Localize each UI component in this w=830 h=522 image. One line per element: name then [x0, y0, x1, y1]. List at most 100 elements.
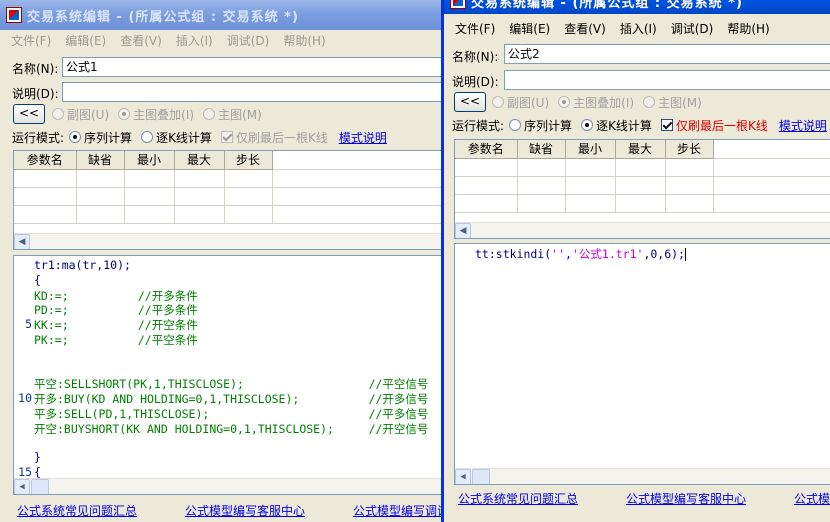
parameter-header-row: 参数名 缺省 最小 最大 步长 — [455, 140, 830, 159]
code-editor-2[interactable]: tt:stkindi('','公式1.tr1',0,6); ◀ — [454, 243, 830, 485]
line-number: 10 — [18, 391, 32, 406]
window-1-menubar: 文件(F) 编辑(E) 查看(V) 插入(I) 调试(D) 帮助(H) — [0, 29, 446, 51]
mode-sequence[interactable]: 序列计算 — [69, 129, 132, 146]
radio-icon — [558, 96, 571, 108]
name-label: 名称(N): — [12, 61, 59, 76]
code-line: 平空:SELLSHORT(PK,1,THISCLOSE); //平空信号 — [34, 377, 429, 392]
option-subchart[interactable]: 副图(U) — [492, 94, 549, 111]
collapse-button[interactable]: << — [454, 92, 486, 112]
radio-icon — [492, 96, 504, 108]
col-min[interactable]: 最小 — [124, 151, 175, 170]
table-row[interactable] — [455, 194, 830, 213]
run-mode-row: 运行模式: 序列计算 逐K线计算 仅刷最后一根K线 模式说明 — [12, 128, 387, 146]
debug-tutorial-link[interactable]: 公式模型编写调试教程 — [353, 502, 446, 519]
code-line: tr1:ma(tr,10); — [34, 258, 131, 272]
parameter-table-scrollbar[interactable]: ◀ — [14, 233, 446, 249]
radio-icon — [509, 119, 522, 131]
radio-icon — [203, 108, 216, 120]
code-line: 开多:BUY(KD AND HOLDING=0,1,THISCLOSE); //… — [34, 392, 429, 407]
scroll-thumb[interactable] — [472, 469, 490, 484]
radio-icon — [643, 96, 656, 108]
description-label: 说明(D): — [12, 86, 59, 101]
window-1-title: 交易系统编辑 - (所属公式组 : 交易系统 *) — [27, 9, 299, 25]
table-row[interactable] — [455, 158, 830, 177]
name-field[interactable]: 公式2 — [504, 44, 830, 64]
description-field[interactable] — [62, 82, 446, 102]
menu-view[interactable]: 查看(V) — [557, 20, 613, 37]
radio-icon — [581, 119, 594, 131]
radio-icon — [118, 108, 131, 120]
menu-insert[interactable]: 插入(I) — [613, 20, 664, 37]
table-row[interactable] — [14, 187, 446, 206]
scroll-left-icon[interactable]: ◀ — [14, 234, 30, 249]
support-center-link[interactable]: 公式模型编写客服中心 — [626, 490, 746, 507]
option-main-chart[interactable]: 主图(M) — [203, 106, 262, 123]
col-step[interactable]: 步长 — [665, 140, 714, 159]
option-main-chart[interactable]: 主图(M) — [643, 94, 702, 111]
scroll-left-icon[interactable]: ◀ — [455, 223, 471, 238]
window-2-menubar: 文件(F) 编辑(E) 查看(V) 插入(I) 调试(D) 帮助(H) — [444, 17, 830, 39]
menu-debug[interactable]: 调试(D) — [220, 32, 277, 49]
last-bar-only-checkbox[interactable]: 仅刷最后一根K线 — [660, 117, 768, 134]
col-max[interactable]: 最大 — [615, 140, 666, 159]
window-2-titlebar[interactable]: 交易系统编辑 - (所属公式组 : 交易系统 *) — [444, 0, 830, 14]
code-line: tt:stkindi('','公式1.tr1',0,6); — [475, 247, 686, 261]
code-editor-1[interactable]: tr1:ma(tr,10);{KD:=; //开多条件 PD:=; //平多条件 5… — [13, 255, 446, 495]
name-field[interactable]: 公式1 — [62, 57, 446, 77]
menu-view[interactable]: 查看(V) — [113, 32, 169, 49]
radio-icon — [52, 108, 64, 120]
window-1-footer: 公式系统常见问题汇总 公式模型编写客服中心 公式模型编写调试教程 — [17, 502, 446, 518]
mode-sequence[interactable]: 序列计算 — [509, 117, 572, 134]
code-line: KK:=; //开空条件 — [34, 318, 198, 333]
radio-icon — [69, 131, 82, 143]
mode-help-link[interactable]: 模式说明 — [339, 129, 387, 146]
mode-per-bar[interactable]: 逐K线计算 — [141, 129, 212, 146]
scroll-thumb[interactable] — [31, 479, 49, 494]
option-main-overlay[interactable]: 主图叠加(I) — [118, 106, 194, 123]
run-mode-label: 运行模式: — [452, 118, 505, 133]
table-row[interactable] — [455, 176, 830, 195]
code-line: 开空:BUYSHORT(KK AND HOLDING=0,1,THISCLOSE… — [34, 421, 429, 436]
col-step[interactable]: 步长 — [224, 151, 273, 170]
mode-per-bar[interactable]: 逐K线计算 — [581, 117, 652, 134]
last-bar-only-checkbox[interactable]: 仅刷最后一根K线 — [220, 129, 328, 146]
option-main-overlay[interactable]: 主图叠加(I) — [558, 94, 634, 111]
scroll-left-icon[interactable]: ◀ — [455, 469, 471, 484]
scroll-left-icon[interactable]: ◀ — [14, 479, 30, 494]
checkbox-icon — [660, 119, 673, 131]
menu-debug[interactable]: 调试(D) — [664, 20, 721, 37]
parameter-table: 参数名 缺省 最小 最大 步长 ◀ — [454, 139, 830, 239]
debug-tutorial-link[interactable]: 公式模型编写调试教程 — [794, 490, 830, 507]
editor-2-scrollbar[interactable]: ◀ — [455, 468, 830, 484]
editor-1-scrollbar[interactable]: ◀ — [14, 478, 446, 494]
support-center-link[interactable]: 公式模型编写客服中心 — [185, 502, 305, 519]
description-field[interactable] — [504, 70, 830, 90]
window-1-titlebar[interactable]: 交易系统编辑 - (所属公式组 : 交易系统 *) — [0, 0, 446, 30]
checkbox-icon — [220, 131, 233, 143]
option-subchart[interactable]: 副图(U) — [52, 106, 109, 123]
parameter-table-scrollbar[interactable]: ◀ — [455, 222, 830, 238]
window-2-title: 交易系统编辑 - (所属公式组 : 交易系统 *) — [471, 0, 743, 11]
faq-link[interactable]: 公式系统常见问题汇总 — [17, 502, 137, 519]
col-default[interactable]: 缺省 — [76, 151, 125, 170]
code-line: PD:=; //平多条件 — [34, 303, 198, 318]
menu-help[interactable]: 帮助(H) — [720, 20, 776, 37]
table-row[interactable] — [14, 205, 446, 224]
mode-help-link[interactable]: 模式说明 — [779, 117, 827, 134]
faq-link[interactable]: 公式系统常见问题汇总 — [458, 490, 578, 507]
radio-icon — [141, 131, 154, 143]
code-line: } — [34, 450, 41, 465]
menu-file[interactable]: 文件(F) — [4, 32, 58, 49]
menu-help[interactable]: 帮助(H) — [276, 32, 332, 49]
collapse-button[interactable]: << — [13, 104, 45, 124]
table-row[interactable] — [14, 169, 446, 188]
col-param-name[interactable]: 参数名 — [14, 151, 77, 170]
menu-file[interactable]: 文件(F) — [448, 20, 502, 37]
col-max[interactable]: 最大 — [174, 151, 225, 170]
menu-edit[interactable]: 编辑(E) — [58, 32, 113, 49]
menu-edit[interactable]: 编辑(E) — [502, 20, 557, 37]
col-default[interactable]: 缺省 — [517, 140, 566, 159]
menu-insert[interactable]: 插入(I) — [169, 32, 220, 49]
col-param-name[interactable]: 参数名 — [455, 140, 518, 159]
col-min[interactable]: 最小 — [565, 140, 616, 159]
